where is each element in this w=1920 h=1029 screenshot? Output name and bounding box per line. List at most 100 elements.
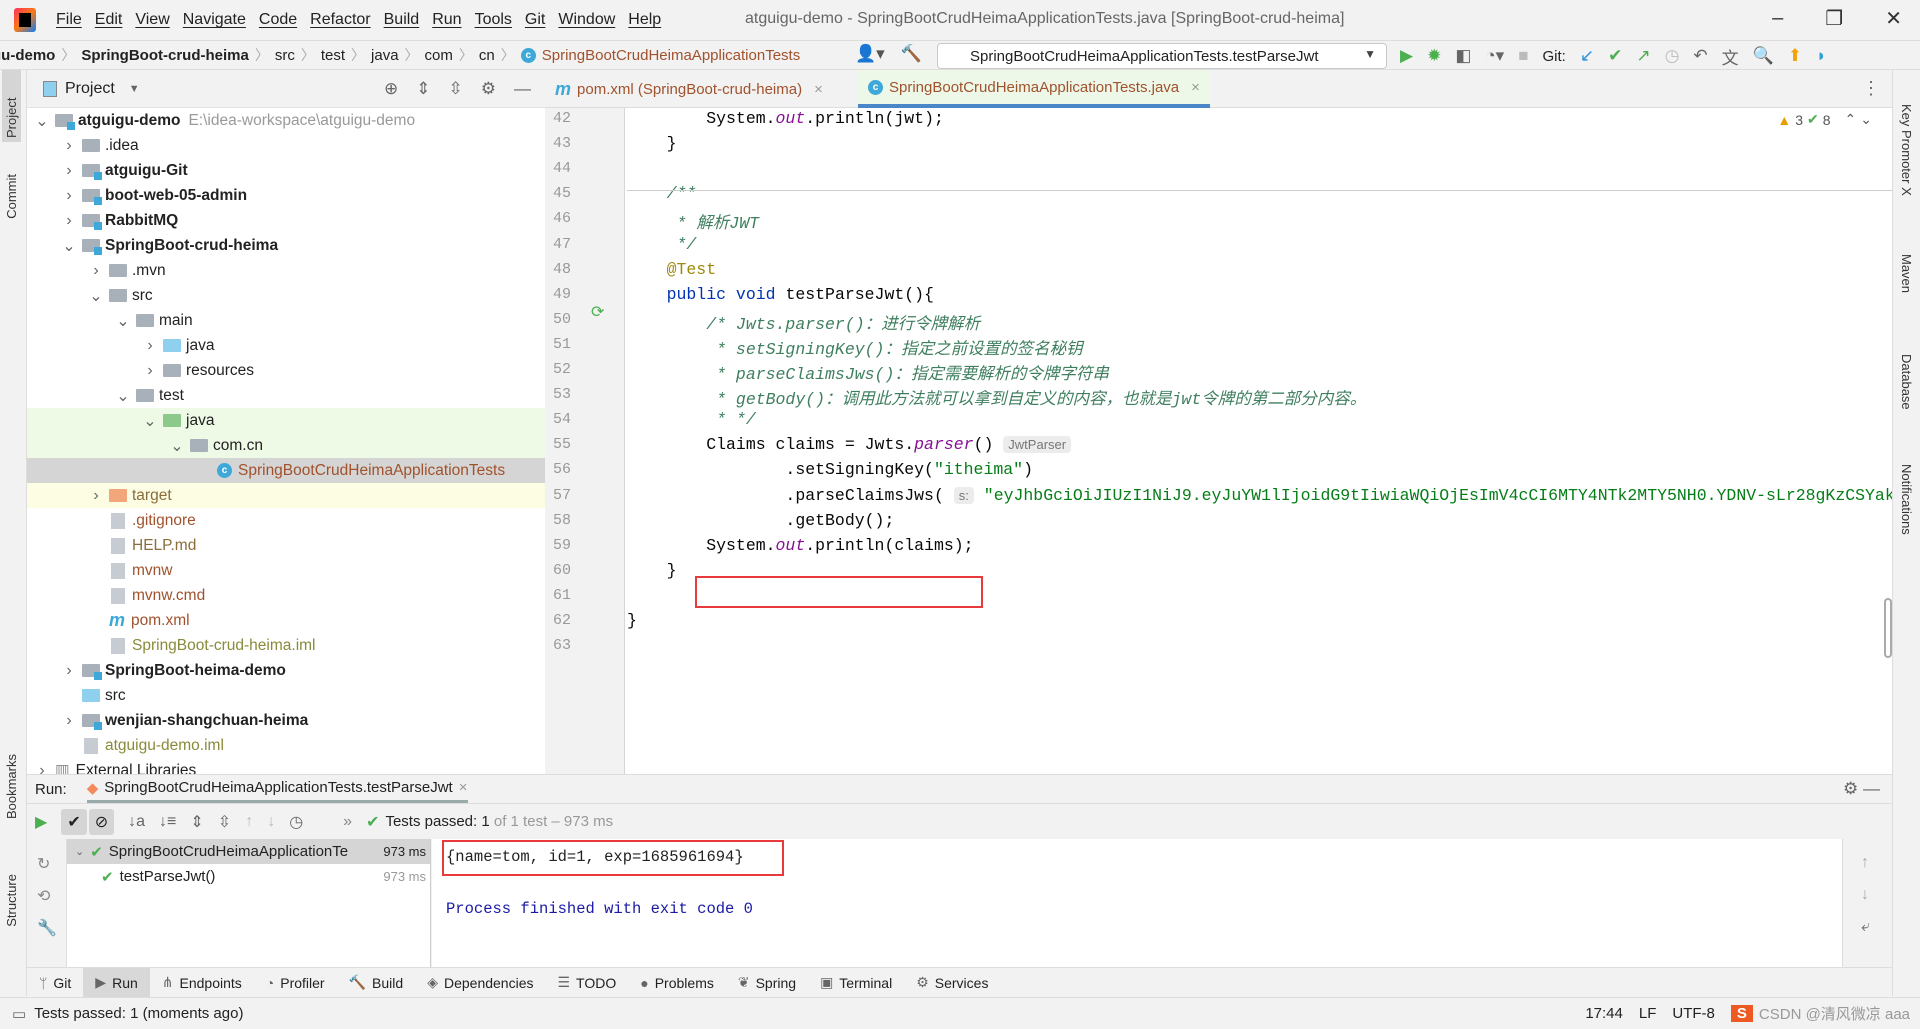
tree-item[interactable]: › boot-web-05-admin [27,183,545,208]
next-icon[interactable]: ↓ [267,813,275,831]
expand-all-icon[interactable]: ⇕ [190,812,203,832]
breadcrumb-item[interactable]: java [371,47,399,64]
chevron-down-icon[interactable]: ▼ [129,83,140,95]
tree-item[interactable]: › resources [27,358,545,383]
breadcrumb-item[interactable]: test [321,47,345,64]
chevron-right-icon[interactable]: › [89,487,103,505]
tree-item[interactable]: ⌄ atguigu-demo E:\idea-workspace\atguigu-d… [27,108,545,133]
more-icon[interactable]: » [343,813,352,831]
profile-icon[interactable]: ◔▾ [1485,46,1504,66]
gear-icon[interactable]: ⚙ — [1843,779,1880,799]
tree-item[interactable]: ⌄ src [27,283,545,308]
chevron-right-icon[interactable]: › [62,187,76,205]
chevron-right-icon[interactable]: › [89,262,103,280]
stop-icon[interactable]: ■ [1518,46,1528,66]
tree-item[interactable]: › target [27,483,545,508]
chevron-right-icon[interactable]: › [35,762,49,775]
menu-refactor[interactable]: Refactor [310,11,370,29]
project-view-select[interactable]: Project [65,80,115,98]
tree-item[interactable]: src [27,683,545,708]
console-output[interactable]: {name=tom, id=1, exp=1685961694} Process… [432,839,1842,967]
tool-run[interactable]: ▶ Run [83,968,150,997]
tree-item[interactable]: › .mvn [27,258,545,283]
chevron-right-icon[interactable]: › [62,137,76,155]
chevron-down-icon[interactable]: ⌄ [89,286,103,306]
rerun-failed-icon[interactable]: ↻ [37,849,66,881]
build-hammer-icon[interactable]: 🔨 [901,44,922,64]
tool-tab-notifications[interactable]: Notifications [1897,460,1916,539]
tree-item[interactable]: › RabbitMQ [27,208,545,233]
menu-window[interactable]: Window [558,11,615,29]
previous-icon[interactable]: ↑ [245,813,253,831]
locate-icon[interactable]: ⊕ [384,79,398,99]
breadcrumb-item[interactable]: SpringBoot-crud-heima [81,47,249,64]
tool-profiler[interactable]: ◔ Profiler [254,968,337,997]
translate-icon[interactable]: 文 [1722,44,1739,69]
tree-item[interactable]: ⌄ com.cn [27,433,545,458]
menu-code[interactable]: Code [259,11,297,29]
show-ignored-icon[interactable]: ⊘ [88,808,115,835]
git-commit-icon[interactable]: ✔ [1608,46,1622,66]
scroll-up-icon[interactable]: ↑ [1861,847,1892,879]
breadcrumb-item[interactable]: cn [479,47,495,64]
tool-tab-database[interactable]: Database [1897,350,1916,414]
chevron-down-icon[interactable]: ⌄ [116,386,130,406]
test-case-row[interactable]: ✔ testParseJwt() 973 ms [67,864,430,889]
line-separator[interactable]: LF [1639,1005,1657,1022]
tool-endpoints[interactable]: ⋔ Endpoints [150,968,254,997]
run-configuration-select[interactable]: SpringBootCrudHeimaApplicationTests.test… [937,43,1387,69]
tree-item[interactable]: › java [27,333,545,358]
tab-pom-xml[interactable]: m pom.xml (SpringBoot-crud-heima) × [545,70,833,108]
history-icon[interactable]: ◷ [289,812,303,832]
tree-item[interactable]: ⌄ main [27,308,545,333]
sort-alpha-icon[interactable]: ↓a [128,813,145,831]
expand-all-icon[interactable]: ⇕ [416,79,430,99]
show-passed-icon[interactable]: ✔ [61,808,87,835]
minimize-icon[interactable]: – [1772,7,1783,30]
file-encoding[interactable]: UTF-8 [1672,1005,1715,1022]
collapse-all-icon[interactable]: ⇳ [449,79,463,99]
tool-tab-bookmarks[interactable]: Bookmarks [2,750,21,823]
chevron-right-icon[interactable]: › [62,712,76,730]
tree-item[interactable]: › .idea [27,133,545,158]
debug-icon[interactable]: ✹ [1427,46,1441,66]
breadcrumb-item[interactable]: gu-demo [0,47,55,64]
caret-position[interactable]: 17:44 [1585,1005,1623,1022]
tool-services[interactable]: ⚙ Services [904,968,1000,997]
run-test-gutter-icon[interactable]: ⟳ [591,302,604,322]
tree-item[interactable]: ⌄ test [27,383,545,408]
update-icon[interactable]: ⬆ [1788,46,1802,66]
tree-item[interactable]: atguigu-demo.iml [27,733,545,758]
run-tab[interactable]: ◆ SpringBootCrudHeimaApplicationTests.te… [86,775,468,803]
menu-git[interactable]: Git [525,11,545,29]
tool-tab-key-promoter[interactable]: Key Promoter X [1897,100,1916,200]
tool-build[interactable]: 🔨 Build [337,968,416,997]
chevron-up-icon[interactable]: ⌃ [1845,111,1857,128]
tree-item[interactable]: › SpringBoot-heima-demo [27,658,545,683]
rerun-icon[interactable]: ▶ [35,812,47,832]
menu-edit[interactable]: Edit [95,11,123,29]
tool-problems[interactable]: ● Problems [628,968,726,997]
wrench-icon[interactable]: 🔧 [37,913,66,945]
chevron-down-icon[interactable]: ⌄ [1860,111,1872,128]
tool-spring[interactable]: ❦ Spring [726,968,808,997]
chevron-down-icon[interactable]: ⌄ [62,236,76,256]
chevron-down-icon[interactable]: ⌄ [143,411,157,431]
chevron-down-icon[interactable]: ⌄ [170,436,184,456]
chevron-down-icon[interactable]: ⌄ [35,111,49,131]
menu-help[interactable]: Help [628,11,661,29]
scroll-down-icon[interactable]: ↓ [1861,879,1892,911]
close-tab-icon[interactable]: × [1191,79,1200,96]
tree-item[interactable]: m pom.xml [27,608,545,633]
breadcrumb-item[interactable]: SpringBootCrudHeimaApplicationTests [542,47,800,64]
restore-icon[interactable]: ❐ [1825,6,1843,31]
tree-item[interactable]: SpringBoot-crud-heima.iml [27,633,545,658]
chevron-right-icon[interactable]: › [62,162,76,180]
tree-item[interactable]: › ▥ External Libraries [27,758,545,775]
toggle-auto-test-icon[interactable]: ⟲ [37,881,66,913]
tool-dependencies[interactable]: ◈ Dependencies [415,968,545,997]
menu-build[interactable]: Build [384,11,420,29]
tool-tab-commit[interactable]: Commit [2,170,21,223]
tree-item[interactable]: ⌄ SpringBoot-crud-heima [27,233,545,258]
user-icon[interactable]: 👤▾ [855,44,885,64]
